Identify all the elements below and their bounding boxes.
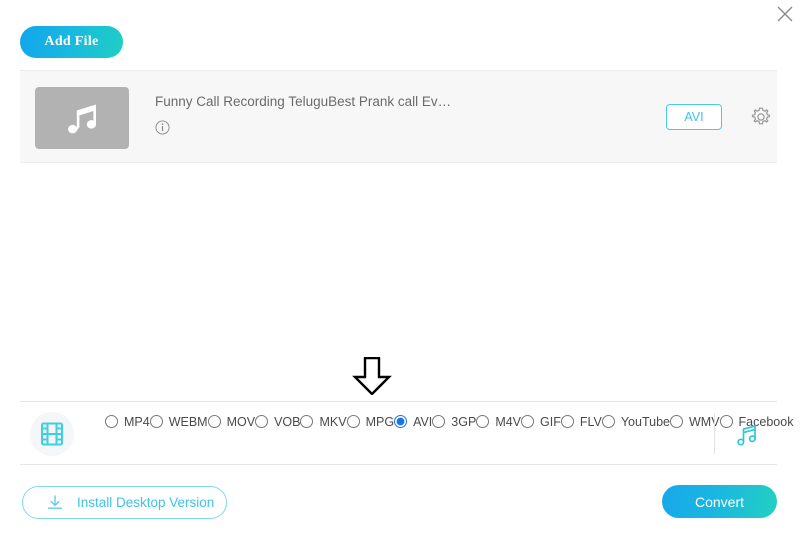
format-radio-3gp[interactable] (432, 415, 446, 428)
format-radio-mpg[interactable] (346, 415, 360, 428)
format-radio-grid: MP4 WEBM MOV VOB MKV MPG AVI 3GP M4V GIF… (105, 409, 793, 434)
format-radio-gif[interactable] (521, 415, 535, 428)
file-target-format-button[interactable]: AVI (666, 104, 722, 130)
download-icon (47, 494, 63, 509)
format-radio-youtube[interactable] (601, 415, 615, 428)
add-file-button[interactable]: Add File (20, 26, 123, 58)
close-button[interactable] (773, 2, 797, 26)
file-title: Funny Call Recording TeluguBest Prank ca… (155, 94, 452, 109)
format-option-mkv[interactable]: MKV (300, 414, 347, 429)
down-arrow-icon (352, 356, 392, 396)
audio-format-toggle[interactable] (730, 418, 764, 452)
format-label-3gp: 3GP (451, 414, 477, 429)
format-radio-webm[interactable] (149, 415, 163, 428)
format-label-youtube: YouTube (620, 414, 670, 429)
music-note-icon (737, 424, 756, 446)
format-option-youtube[interactable]: YouTube (601, 414, 670, 429)
film-strip-icon (41, 422, 63, 446)
music-note-icon (68, 104, 96, 134)
format-radio-mov[interactable] (207, 415, 221, 428)
format-option-3gp[interactable]: 3GP (432, 415, 476, 429)
format-label-vob: VOB (274, 414, 301, 429)
file-list-panel: Funny Call Recording TeluguBest Prank ca… (20, 70, 777, 163)
format-label-mpg: MPG (365, 414, 395, 429)
file-thumbnail (35, 87, 129, 149)
info-icon[interactable] (155, 120, 170, 135)
format-label-mkv: MKV (319, 414, 347, 429)
install-desktop-version-label: Install Desktop Version (77, 495, 215, 510)
video-format-toggle[interactable] (30, 412, 74, 456)
format-option-mp4[interactable]: MP4 (105, 415, 150, 429)
format-option-vob[interactable]: VOB (255, 415, 300, 429)
file-target-format-label: AVI (684, 110, 704, 124)
format-radio-vob[interactable] (255, 415, 269, 428)
add-file-label: Add File (44, 34, 99, 49)
format-option-mpg[interactable]: MPG (346, 414, 395, 429)
format-radio-mkv[interactable] (300, 415, 314, 428)
format-label-webm: WEBM (168, 414, 208, 429)
close-icon (777, 6, 793, 22)
format-label-flv: FLV (579, 414, 602, 429)
format-selection-bar: MP4 WEBM MOV VOB MKV MPG AVI 3GP M4V GIF… (20, 401, 793, 465)
convert-button[interactable]: Convert (662, 485, 777, 518)
convert-label: Convert (694, 493, 745, 510)
format-label-gif: GIF (540, 414, 561, 429)
file-meta: Funny Call Recording TeluguBest Prank ca… (155, 93, 597, 140)
format-label-avi: AVI (413, 414, 433, 429)
format-label-mov: MOV (226, 414, 256, 429)
format-option-mov[interactable]: MOV (207, 414, 256, 429)
format-radio-mp4[interactable] (105, 415, 118, 428)
format-option-wmv[interactable]: WMV (669, 415, 720, 429)
file-row[interactable]: Funny Call Recording TeluguBest Prank ca… (20, 71, 777, 162)
install-desktop-version-button[interactable]: Install Desktop Version (22, 486, 227, 519)
format-radio-m4v[interactable] (476, 415, 490, 428)
format-radio-avi[interactable] (394, 415, 408, 428)
format-option-avi[interactable]: AVI (394, 415, 432, 429)
format-label-mp4: MP4 (124, 414, 150, 429)
format-option-flv[interactable]: FLV (560, 414, 602, 429)
format-label-m4v: M4V (495, 414, 522, 429)
format-radio-wmv[interactable] (669, 415, 683, 428)
format-option-webm[interactable]: WEBM (149, 414, 208, 429)
annotation-arrow (352, 356, 392, 396)
format-option-m4v[interactable]: M4V (476, 415, 521, 429)
format-radio-flv[interactable] (560, 415, 574, 428)
format-bar-divider (714, 414, 715, 454)
file-settings-button[interactable] (749, 105, 773, 129)
gear-icon (751, 107, 771, 125)
format-option-gif[interactable]: GIF (521, 415, 561, 429)
